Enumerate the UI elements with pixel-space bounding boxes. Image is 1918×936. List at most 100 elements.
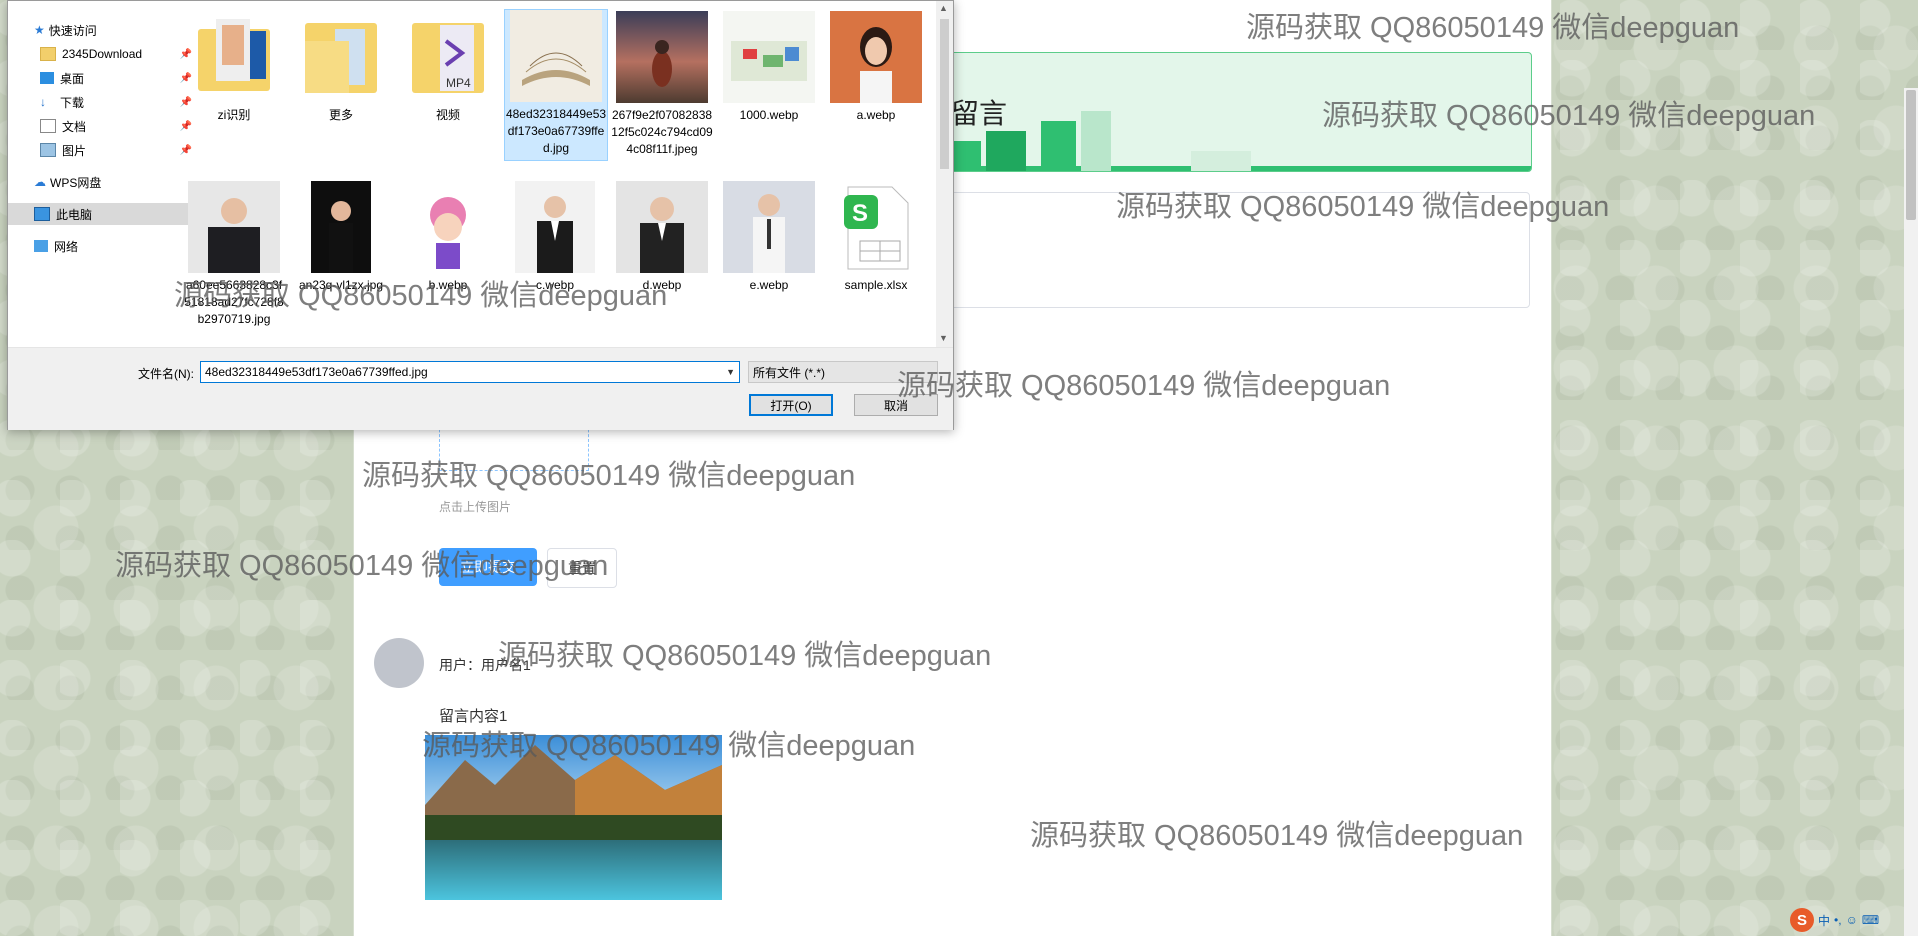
page-scrollbar-thumb[interactable] xyxy=(1906,90,1916,220)
file-item[interactable]: 1000.webp xyxy=(718,11,820,124)
file-item-selected[interactable]: 48ed32318449e53df173e0a67739ffed.jpg xyxy=(504,9,608,161)
filetype-select[interactable]: 所有文件 (*.*) xyxy=(748,361,938,383)
dialog-footer: 文件名(N): 48ed32318449e53df173e0a67739ffed… xyxy=(8,347,953,430)
avatar xyxy=(374,638,424,688)
submit-button[interactable]: 立即提交 xyxy=(439,548,537,586)
folder-icon xyxy=(295,11,387,103)
chevron-down-icon[interactable]: ▼ xyxy=(726,367,735,377)
file-item[interactable]: c.webp xyxy=(504,181,606,294)
smiley-icon[interactable]: ☺ xyxy=(1846,913,1858,927)
nav-item-quick-access[interactable]: ★ 快速访问 xyxy=(8,19,190,41)
nav-item-desktop[interactable]: 桌面 📌 xyxy=(8,67,196,89)
folder-icon xyxy=(40,47,56,61)
filename-value: 48ed32318449e53df173e0a67739ffed.jpg xyxy=(205,365,428,379)
image-thumbnail xyxy=(311,181,371,273)
file-name: 48ed32318449e53df173e0a67739ffed.jpg xyxy=(505,107,607,155)
desktop-icon xyxy=(40,72,54,84)
document-icon xyxy=(40,119,56,133)
star-icon: ★ xyxy=(34,23,45,37)
file-item[interactable]: zi识别 xyxy=(183,11,285,124)
file-item[interactable]: b.webp xyxy=(397,181,499,294)
file-name: 视频 xyxy=(435,108,460,122)
file-item[interactable]: 267f9e2f0708283812f5c024c794cd094c08f11f… xyxy=(611,11,713,158)
scroll-down-icon[interactable]: ▼ xyxy=(939,333,948,343)
file-item[interactable]: d.webp xyxy=(611,181,713,294)
nav-label: WPS网盘 xyxy=(50,175,102,190)
nav-label: 文档 xyxy=(62,119,87,134)
file-name: an23q-vl1zx.jpg xyxy=(298,278,384,292)
filetype-value: 所有文件 (*.*) xyxy=(753,365,826,380)
nav-item-network[interactable]: 网络 xyxy=(8,235,190,257)
spreadsheet-icon: S xyxy=(830,181,922,273)
file-name: sample.xlsx xyxy=(844,278,908,292)
file-name: a.webp xyxy=(856,108,896,122)
picture-icon xyxy=(40,143,56,157)
file-open-dialog: ★ 快速访问 2345Download 📌 桌面 📌 ↓ 下载 📌 文档 📌 图片 📌 ☁ WP… xyxy=(7,0,954,430)
nav-label: 网络 xyxy=(54,239,79,254)
sogou-ime-icon[interactable]: S xyxy=(1790,908,1814,932)
nav-label: 图片 xyxy=(62,143,87,158)
file-name: e.webp xyxy=(749,278,789,292)
image-thumbnail xyxy=(723,181,815,273)
nav-item-documents[interactable]: 文档 📌 xyxy=(8,115,196,137)
file-item[interactable]: MP4 视频 xyxy=(397,11,499,124)
keyboard-icon[interactable]: ⌨ xyxy=(1862,913,1879,927)
message-textarea[interactable] xyxy=(938,192,1530,308)
cancel-button[interactable]: 取消 xyxy=(854,394,938,416)
message-user-label: 用户： xyxy=(439,657,481,673)
scroll-up-icon[interactable]: ▲ xyxy=(939,3,948,13)
image-thumbnail xyxy=(515,181,595,273)
message-image[interactable] xyxy=(425,735,722,900)
file-name: d.webp xyxy=(642,278,682,292)
nav-item-downloads[interactable]: ↓ 下载 📌 xyxy=(8,91,196,113)
file-grid: zi识别 更多 MP4 视频 48ed32318449e53df173e0a67… xyxy=(178,1,933,347)
nav-item-2345download[interactable]: 2345Download 📌 xyxy=(8,43,196,65)
message-content: 留言内容1 xyxy=(439,708,508,725)
file-name: 更多 xyxy=(328,108,353,122)
folder-icon xyxy=(188,11,280,103)
image-thumbnail xyxy=(723,11,815,103)
page-title: 留言 xyxy=(951,98,1008,129)
nav-label: 此电脑 xyxy=(56,207,93,222)
video-folder-icon: MP4 xyxy=(402,11,494,103)
nav-label: 快速访问 xyxy=(48,23,97,38)
file-item[interactable]: 更多 xyxy=(290,11,392,124)
message-user-name: 用户名1 xyxy=(481,657,531,673)
image-thumbnail xyxy=(830,11,922,103)
svg-text:MP4: MP4 xyxy=(446,76,471,90)
download-icon: ↓ xyxy=(40,95,46,109)
ime-language-toggle[interactable]: 中 xyxy=(1818,912,1830,929)
ime-punctuation-toggle[interactable]: •, xyxy=(1834,913,1842,927)
file-item[interactable]: a.webp xyxy=(825,11,927,124)
cloud-icon: ☁ xyxy=(34,175,46,189)
nav-item-pictures[interactable]: 图片 📌 xyxy=(8,139,196,161)
nav-label: 下载 xyxy=(60,95,85,110)
network-icon xyxy=(34,240,48,252)
filename-label: 文件名(N): xyxy=(138,367,194,381)
file-item[interactable]: an23q-vl1zx.jpg xyxy=(290,181,392,294)
nav-label: 桌面 xyxy=(60,71,85,86)
file-item[interactable]: e.webp xyxy=(718,181,820,294)
file-name: 1000.webp xyxy=(739,108,799,122)
ime-toolbar: S 中 •, ☺ ⌨ xyxy=(1790,906,1879,934)
dialog-nav-pane: ★ 快速访问 2345Download 📌 桌面 📌 ↓ 下载 📌 文档 📌 图片 📌 ☁ WP… xyxy=(8,1,192,347)
image-thumbnail xyxy=(188,181,280,273)
file-name: zi识别 xyxy=(217,108,251,122)
reset-button[interactable]: 重置 xyxy=(547,548,617,588)
nav-item-this-pc[interactable]: 此电脑 xyxy=(8,203,190,225)
file-name: b.webp xyxy=(428,278,468,292)
message-user: 用户：用户名1 xyxy=(439,655,531,675)
file-item[interactable]: S sample.xlsx xyxy=(825,181,927,294)
image-thumbnail xyxy=(616,181,708,273)
file-grid-scrollbar-thumb[interactable] xyxy=(940,19,949,169)
svg-text:S: S xyxy=(852,200,868,227)
file-name: c.webp xyxy=(535,278,575,292)
file-item[interactable]: a60ee5663828c3f51818ad27fc728f8b2970719.… xyxy=(183,181,285,328)
filename-input[interactable]: 48ed32318449e53df173e0a67739ffed.jpg ▼ xyxy=(200,361,740,383)
image-thumbnail xyxy=(616,11,708,103)
nav-item-wps-cloud[interactable]: ☁ WPS网盘 xyxy=(8,171,190,193)
file-grid-scrollbar[interactable]: ▲ ▼ xyxy=(936,1,953,347)
computer-icon xyxy=(34,207,50,221)
open-button[interactable]: 打开(O) xyxy=(749,394,833,416)
upload-tip: 点击上传图片 xyxy=(439,500,512,514)
